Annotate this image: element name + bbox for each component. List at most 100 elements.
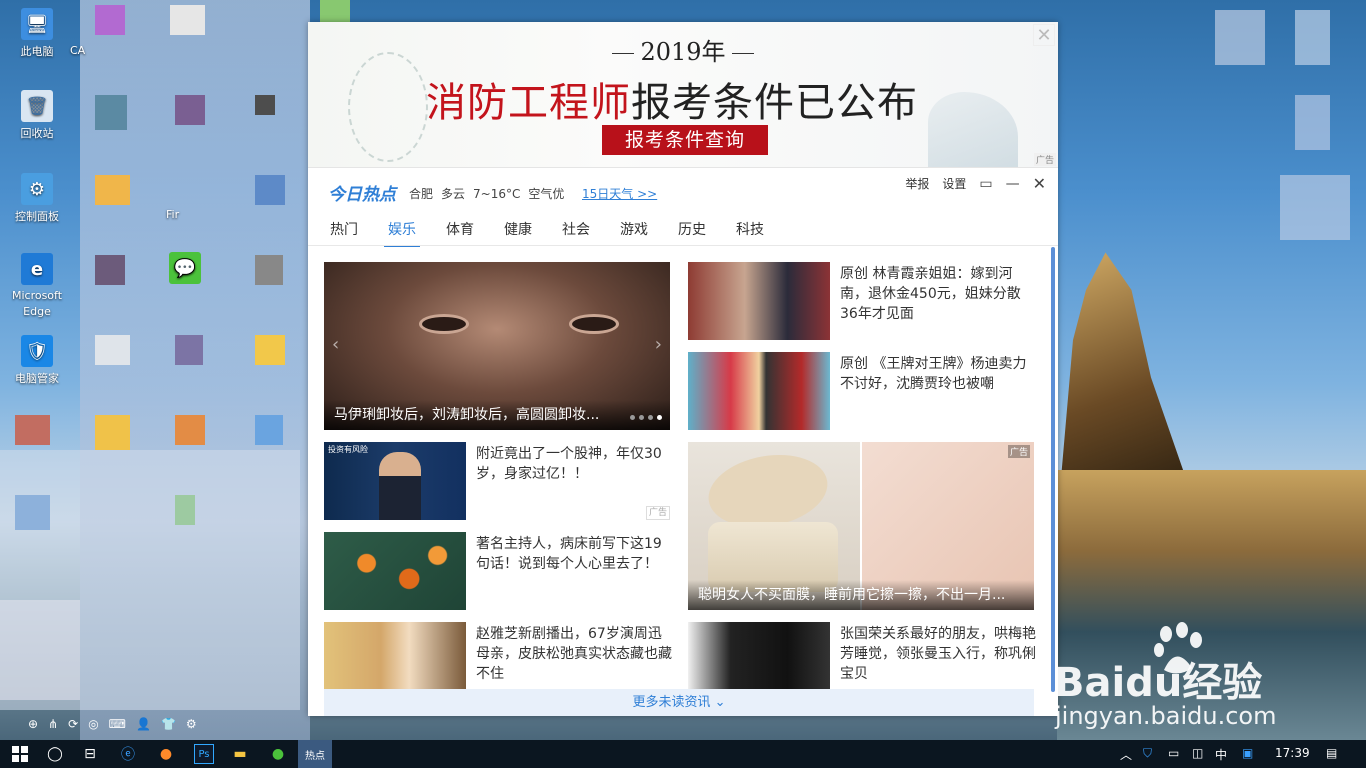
wechat-icon: 💬: [169, 252, 201, 284]
thumbnail-person: [379, 452, 421, 520]
carousel-dot-active[interactable]: [657, 415, 662, 420]
clock[interactable]: 17:39: [1275, 746, 1310, 760]
edge-icon[interactable]: ⓔ: [118, 744, 138, 764]
desktop-icon-wechat[interactable]: 💬: [168, 252, 202, 287]
tab-games[interactable]: 游戏: [620, 219, 648, 239]
tab-health[interactable]: 健康: [504, 219, 532, 239]
user-icon[interactable]: 👤: [136, 717, 151, 731]
desktop-icon-label: 控制面板: [15, 210, 59, 223]
windows-start-icon[interactable]: [10, 744, 30, 764]
carousel-dot[interactable]: [630, 415, 635, 420]
folder-icon[interactable]: ▬: [230, 744, 250, 764]
news-item-ad[interactable]: 投资有风险 附近竟出了一个股神，年仅30岁，身家过亿！！ 广告: [324, 442, 670, 520]
weather-air: 空气优: [528, 187, 565, 201]
hero-carousel[interactable]: ‹ › 马伊琍卸妆后，刘涛卸妆后，高圆圆卸妆...: [324, 262, 670, 430]
ad-caption: 聪明女人不买面膜，睡前用它擦一擦，不出一月...: [688, 580, 1034, 610]
weather-condition: 多云: [441, 187, 466, 201]
photoshop-icon[interactable]: Ps: [194, 744, 214, 764]
ad-tag: 广告: [646, 506, 670, 520]
shield-icon[interactable]: ⛉: [1143, 746, 1152, 761]
pin-icon[interactable]: ▭: [979, 176, 992, 192]
ad-tag: 广告: [1034, 153, 1057, 166]
close-icon[interactable]: ✕: [1033, 24, 1055, 46]
popup-header: 今日热点 合肥 多云 7~16°C 空气优 15日天气 >> 举报 设置 ▭ — ✕: [308, 167, 1058, 213]
tab-sports[interactable]: 体育: [446, 219, 474, 239]
refresh-icon[interactable]: ⟳: [68, 717, 78, 731]
firefox-icon[interactable]: ●: [156, 744, 176, 764]
desktop-widget-toolbar: ⊕ ⋔ ⟳ ◎ ⌨ 👤 👕 ⚙: [28, 714, 218, 734]
battery-icon[interactable]: ▭: [1168, 746, 1179, 760]
news-thumbnail: [688, 262, 830, 340]
tab-history[interactable]: 历史: [678, 219, 706, 239]
computer-icon: 🖥: [21, 8, 53, 40]
news-title: 原创 《王牌对王牌》杨迪卖力不讨好，沈腾贾玲也被嘲: [840, 356, 1027, 392]
tab-tech[interactable]: 科技: [736, 219, 764, 239]
news-thumbnail: [324, 532, 466, 610]
carousel-dot[interactable]: [639, 415, 644, 420]
news-title: 张国荣关系最好的朋友，哄梅艳芳睡觉，领张曼玉入行，称巩俐宝贝: [840, 626, 1036, 682]
news-item[interactable]: 原创 《王牌对王牌》杨迪卖力不讨好，沈腾贾玲也被嘲: [688, 352, 1034, 430]
shirt-icon[interactable]: 👕: [161, 717, 176, 731]
gear-icon[interactable]: ⚙: [186, 717, 197, 731]
hero-image-detail: [569, 314, 619, 334]
task-view-icon[interactable]: ⊟: [80, 744, 100, 764]
headline-dark: 报考条件已公布: [631, 80, 918, 126]
desktop-partial-label: Fir: [166, 208, 180, 221]
share-icon[interactable]: ⋔: [48, 717, 58, 731]
news-popup-window: 2019年 消防工程师报考条件已公布 报考条件查询 ✕ 广告 今日热点 合肥 多云…: [308, 22, 1058, 716]
desktop-icon-edge[interactable]: e Microsoft Edge: [6, 253, 68, 320]
weather-city: 合肥: [409, 187, 434, 201]
desktop-icon-label: Microsoft Edge: [11, 289, 63, 318]
news-item[interactable]: 原创 林青霞亲姐姐：嫁到河南，退休金450元，姐妹分散36年才见面: [688, 262, 1034, 340]
news-item[interactable]: 著名主持人，病床前写下这19句话！说到每个人心里去了！: [324, 532, 670, 610]
ad-banner[interactable]: 2019年 消防工程师报考条件已公布 报考条件查询 ✕ 广告: [308, 22, 1058, 167]
carousel-prev-icon[interactable]: ‹: [332, 334, 339, 355]
forecast-link[interactable]: 15日天气 >>: [582, 185, 657, 202]
ime-indicator[interactable]: 中: [1215, 746, 1227, 763]
report-button[interactable]: 举报: [905, 175, 929, 192]
close-icon[interactable]: ✕: [1033, 174, 1046, 193]
banner-cta-button[interactable]: 报考条件查询: [602, 125, 768, 155]
taskbar: ◯ ⊟ ⓔ ● Ps ▬ ● 热点 ︿ ⛉ ▭ ◫ 中 ▣ 17:39 ▤: [0, 740, 1366, 768]
thumbnail-label: 投资有风险: [328, 445, 368, 454]
window-controls: 举报 设置 ▭ — ✕: [892, 174, 1046, 193]
desktop-icon-recycle-bin[interactable]: 🗑 回收站: [6, 90, 68, 141]
carousel-dots: [626, 415, 662, 420]
banner-decoration: [928, 92, 1018, 167]
hero-caption: 马伊琍卸妆后，刘涛卸妆后，高圆圆卸妆...: [324, 400, 670, 430]
settings-button[interactable]: 设置: [942, 175, 966, 192]
desktop-icon-pc-manager[interactable]: 🛡 电脑管家: [6, 335, 68, 386]
pin-icon[interactable]: ⊕: [28, 717, 38, 731]
wechat-icon[interactable]: ●: [268, 744, 288, 764]
big-ad-card[interactable]: 聪明女人不买面膜，睡前用它擦一擦，不出一月... 广告: [688, 442, 1034, 610]
chevron-up-icon[interactable]: ︿: [1120, 746, 1132, 763]
search-icon[interactable]: ◯: [45, 744, 65, 764]
desktop-icon-label: 电脑管家: [15, 372, 59, 385]
desktop-icon-control-panel[interactable]: ⚙ 控制面板: [6, 173, 68, 224]
tab-entertainment[interactable]: 娱乐: [384, 219, 420, 248]
browser-icon[interactable]: ◎: [88, 717, 98, 731]
desktop-icon-this-pc[interactable]: 🖥 此电脑: [6, 8, 68, 59]
minimize-icon[interactable]: —: [1006, 176, 1020, 192]
weather-info: 合肥 多云 7~16°C 空气优: [409, 185, 572, 202]
banner-year: 2019年: [308, 32, 1058, 67]
news-title: 原创 林青霞亲姐姐：嫁到河南，退休金450元，姐妹分散36年才见面: [840, 266, 1021, 322]
dandelion-decoration: [348, 52, 428, 162]
user-icon[interactable]: ▣: [1242, 746, 1253, 760]
news-feed: ‹ › 马伊琍卸妆后，刘涛卸妆后，高圆圆卸妆... 原创 林青霞亲姐姐：嫁到河南…: [308, 247, 1058, 716]
more-news-button[interactable]: 更多未读资讯 ⌄: [324, 689, 1034, 716]
hotspot-app-icon[interactable]: 热点: [298, 740, 332, 768]
edge-icon: e: [21, 253, 53, 285]
carousel-next-icon[interactable]: ›: [655, 334, 662, 355]
tab-hot[interactable]: 热门: [330, 219, 358, 239]
notification-icon[interactable]: ▤: [1326, 746, 1337, 760]
more-news-label: 更多未读资讯: [632, 695, 711, 710]
feed-scrollbar[interactable]: [1051, 247, 1055, 692]
tab-society[interactable]: 社会: [562, 219, 590, 239]
network-icon[interactable]: ◫: [1192, 746, 1203, 760]
carousel-dot[interactable]: [648, 415, 653, 420]
category-tabs: 热门 娱乐 体育 健康 社会 游戏 历史 科技: [308, 214, 1058, 248]
control-panel-icon: ⚙: [21, 173, 53, 205]
ad-tag: 广告: [1007, 445, 1030, 458]
keyboard-icon[interactable]: ⌨: [109, 717, 126, 731]
